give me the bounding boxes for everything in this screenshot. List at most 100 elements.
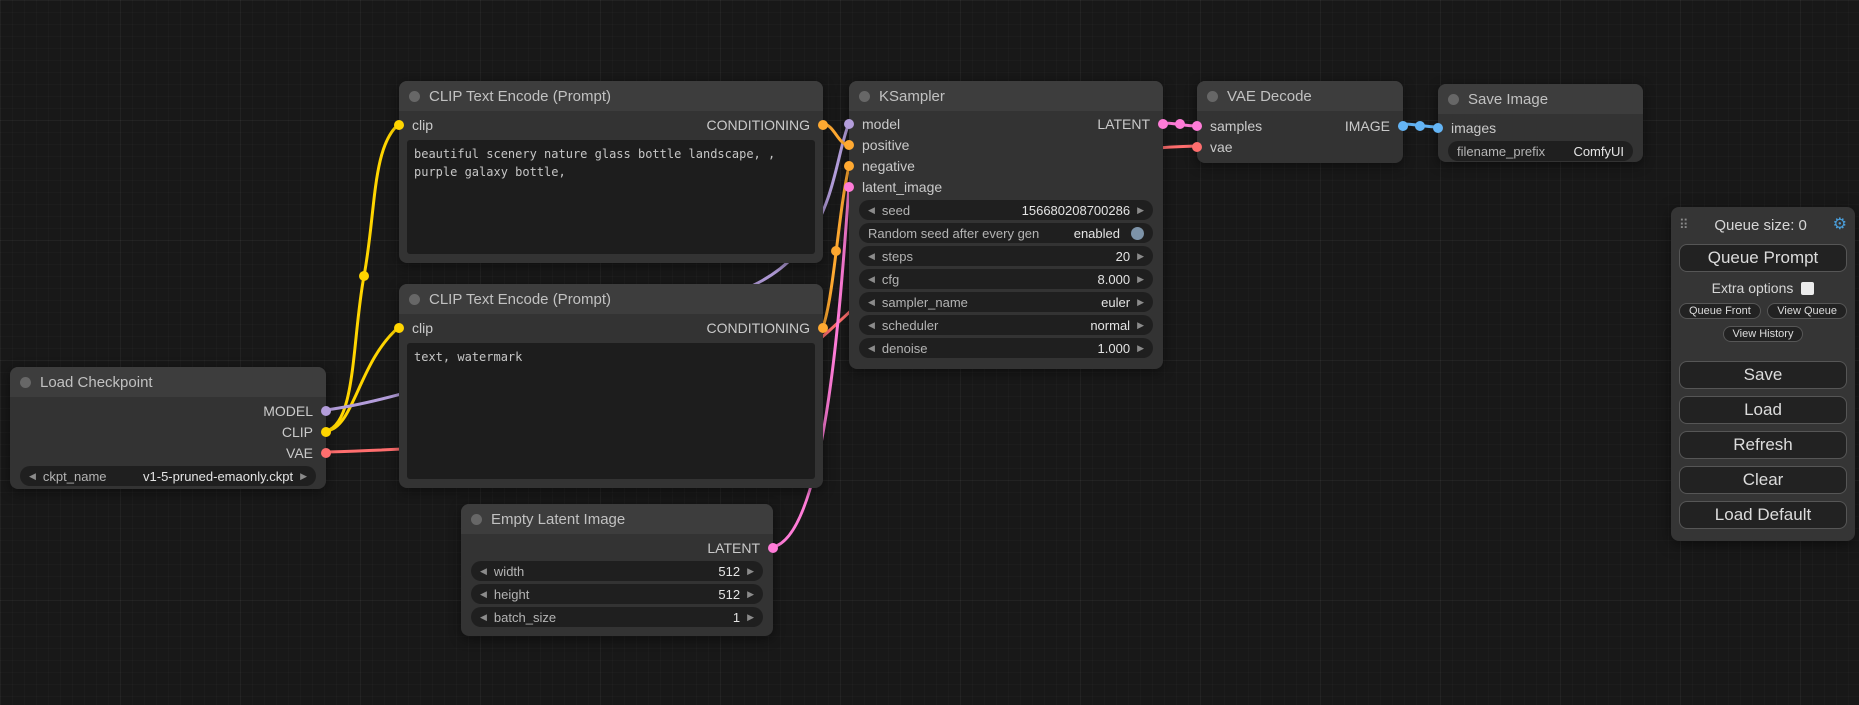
collapse-dot-icon[interactable]: [471, 514, 482, 525]
clip-input-dot[interactable]: [394, 323, 404, 333]
queue-front-button[interactable]: Queue Front: [1679, 303, 1761, 319]
arrow-right-icon[interactable]: ▶: [747, 567, 754, 576]
arrow-right-icon[interactable]: ▶: [1137, 344, 1144, 353]
slot-row: clip CONDITIONING: [399, 114, 823, 135]
sampler-name-widget[interactable]: ◀ sampler_name euler ▶: [859, 292, 1153, 312]
widget-value: 8.000: [1098, 272, 1131, 287]
node-title-bar[interactable]: CLIP Text Encode (Prompt): [399, 81, 823, 111]
arrow-right-icon[interactable]: ▶: [1137, 321, 1144, 330]
node-load-checkpoint[interactable]: Load Checkpoint MODEL CLIP VAE ◀ ckpt_na…: [10, 367, 326, 489]
vae-output-dot[interactable]: [321, 448, 331, 458]
conditioning-output-dot[interactable]: [818, 323, 828, 333]
arrow-right-icon[interactable]: ▶: [747, 590, 754, 599]
arrow-right-icon[interactable]: ▶: [1137, 298, 1144, 307]
collapse-dot-icon[interactable]: [1207, 91, 1218, 102]
arrow-left-icon[interactable]: ◀: [868, 275, 875, 284]
clip-output-dot[interactable]: [321, 427, 331, 437]
arrow-left-icon[interactable]: ◀: [480, 590, 487, 599]
collapse-dot-icon[interactable]: [20, 377, 31, 388]
extra-options-checkbox[interactable]: [1801, 282, 1814, 295]
arrow-right-icon[interactable]: ▶: [1137, 252, 1144, 261]
arrow-left-icon[interactable]: ◀: [480, 567, 487, 576]
random-seed-toggle-widget[interactable]: Random seed after every gen enabled: [859, 223, 1153, 243]
widget-label: sampler_name: [882, 295, 968, 310]
node-title-bar[interactable]: Empty Latent Image: [461, 504, 773, 534]
collapse-dot-icon[interactable]: [409, 294, 420, 305]
wire-midpoint-dot-image[interactable]: [1415, 121, 1425, 131]
width-widget[interactable]: ◀ width 512 ▶: [471, 561, 763, 581]
collapse-dot-icon[interactable]: [1448, 94, 1459, 105]
toggle-knob-icon[interactable]: [1131, 227, 1144, 240]
latent-output-dot[interactable]: [768, 543, 778, 553]
node-title: Empty Latent Image: [491, 511, 625, 528]
node-save-image[interactable]: Save Image images filename_prefix ComfyU…: [1438, 84, 1643, 162]
node-title: KSampler: [879, 88, 945, 105]
settings-gear-icon[interactable]: ⚙: [1833, 217, 1847, 233]
node-title-bar[interactable]: VAE Decode: [1197, 81, 1403, 111]
queue-prompt-button[interactable]: Queue Prompt: [1679, 244, 1847, 272]
node-ksampler[interactable]: KSampler model LATENT positive negative: [849, 81, 1163, 369]
denoise-widget[interactable]: ◀ denoise 1.000 ▶: [859, 338, 1153, 358]
collapse-dot-icon[interactable]: [859, 91, 870, 102]
widget-value: 156680208700286: [1022, 203, 1130, 218]
negative-input-dot[interactable]: [844, 161, 854, 171]
node-clip-text-encode-negative[interactable]: CLIP Text Encode (Prompt) clip CONDITION…: [399, 284, 823, 488]
arrow-left-icon[interactable]: ◀: [868, 298, 875, 307]
save-button[interactable]: Save: [1679, 361, 1847, 389]
prompt-textarea[interactable]: beautiful scenery nature glass bottle la…: [407, 140, 815, 254]
height-widget[interactable]: ◀ height 512 ▶: [471, 584, 763, 604]
vae-input-dot[interactable]: [1192, 142, 1202, 152]
arrow-left-icon[interactable]: ◀: [868, 252, 875, 261]
arrow-left-icon[interactable]: ◀: [29, 472, 36, 481]
node-title-bar[interactable]: CLIP Text Encode (Prompt): [399, 284, 823, 314]
samples-input-dot[interactable]: [1192, 121, 1202, 131]
widget-value: 1.000: [1098, 341, 1131, 356]
arrow-right-icon[interactable]: ▶: [1137, 275, 1144, 284]
arrow-right-icon[interactable]: ▶: [1137, 206, 1144, 215]
node-clip-text-encode-positive[interactable]: CLIP Text Encode (Prompt) clip CONDITION…: [399, 81, 823, 263]
wire-midpoint-dot-latent[interactable]: [1175, 119, 1185, 129]
collapse-dot-icon[interactable]: [409, 91, 420, 102]
slot-label: LATENT: [707, 540, 760, 556]
arrow-left-icon[interactable]: ◀: [868, 321, 875, 330]
latent-image-input-dot[interactable]: [844, 182, 854, 192]
latent-output-dot[interactable]: [1158, 119, 1168, 129]
arrow-left-icon[interactable]: ◀: [480, 613, 487, 622]
arrow-right-icon[interactable]: ▶: [747, 613, 754, 622]
ckpt-name-widget[interactable]: ◀ ckpt_name v1-5-pruned-emaonly.ckpt ▶: [20, 466, 316, 486]
clear-button[interactable]: Clear: [1679, 466, 1847, 494]
positive-input-dot[interactable]: [844, 140, 854, 150]
arrow-right-icon[interactable]: ▶: [300, 472, 307, 481]
images-input-dot[interactable]: [1433, 123, 1443, 133]
image-output-dot[interactable]: [1398, 121, 1408, 131]
node-title-bar[interactable]: KSampler: [849, 81, 1163, 111]
load-default-button[interactable]: Load Default: [1679, 501, 1847, 529]
view-queue-button[interactable]: View Queue: [1767, 303, 1847, 319]
wire-midpoint-dot-conditioning[interactable]: [831, 246, 841, 256]
steps-widget[interactable]: ◀ steps 20 ▶: [859, 246, 1153, 266]
cfg-widget[interactable]: ◀ cfg 8.000 ▶: [859, 269, 1153, 289]
node-title-bar[interactable]: Load Checkpoint: [10, 367, 326, 397]
clip-input-dot[interactable]: [394, 120, 404, 130]
scheduler-widget[interactable]: ◀ scheduler normal ▶: [859, 315, 1153, 335]
arrow-left-icon[interactable]: ◀: [868, 206, 875, 215]
filename-prefix-widget[interactable]: filename_prefix ComfyUI: [1448, 141, 1633, 161]
refresh-button[interactable]: Refresh: [1679, 431, 1847, 459]
seed-widget[interactable]: ◀ seed 156680208700286 ▶: [859, 200, 1153, 220]
batch-size-widget[interactable]: ◀ batch_size 1 ▶: [471, 607, 763, 627]
model-output-dot[interactable]: [321, 406, 331, 416]
arrow-left-icon[interactable]: ◀: [868, 344, 875, 353]
node-graph-canvas[interactable]: Load Checkpoint MODEL CLIP VAE ◀ ckpt_na…: [0, 0, 1859, 705]
drag-handle-icon[interactable]: ⠿: [1679, 217, 1689, 233]
model-input-dot[interactable]: [844, 119, 854, 129]
node-vae-decode[interactable]: VAE Decode samples IMAGE vae: [1197, 81, 1403, 163]
load-button[interactable]: Load: [1679, 396, 1847, 424]
output-slot-clip: CLIP: [10, 421, 326, 442]
node-empty-latent-image[interactable]: Empty Latent Image LATENT ◀ width 512 ▶ …: [461, 504, 773, 636]
node-title-bar[interactable]: Save Image: [1438, 84, 1643, 114]
widget-label: height: [494, 587, 529, 602]
prompt-textarea[interactable]: text, watermark: [407, 343, 815, 479]
view-history-button[interactable]: View History: [1723, 326, 1804, 342]
conditioning-output-dot[interactable]: [818, 120, 828, 130]
wire-midpoint-dot-clip[interactable]: [359, 271, 369, 281]
